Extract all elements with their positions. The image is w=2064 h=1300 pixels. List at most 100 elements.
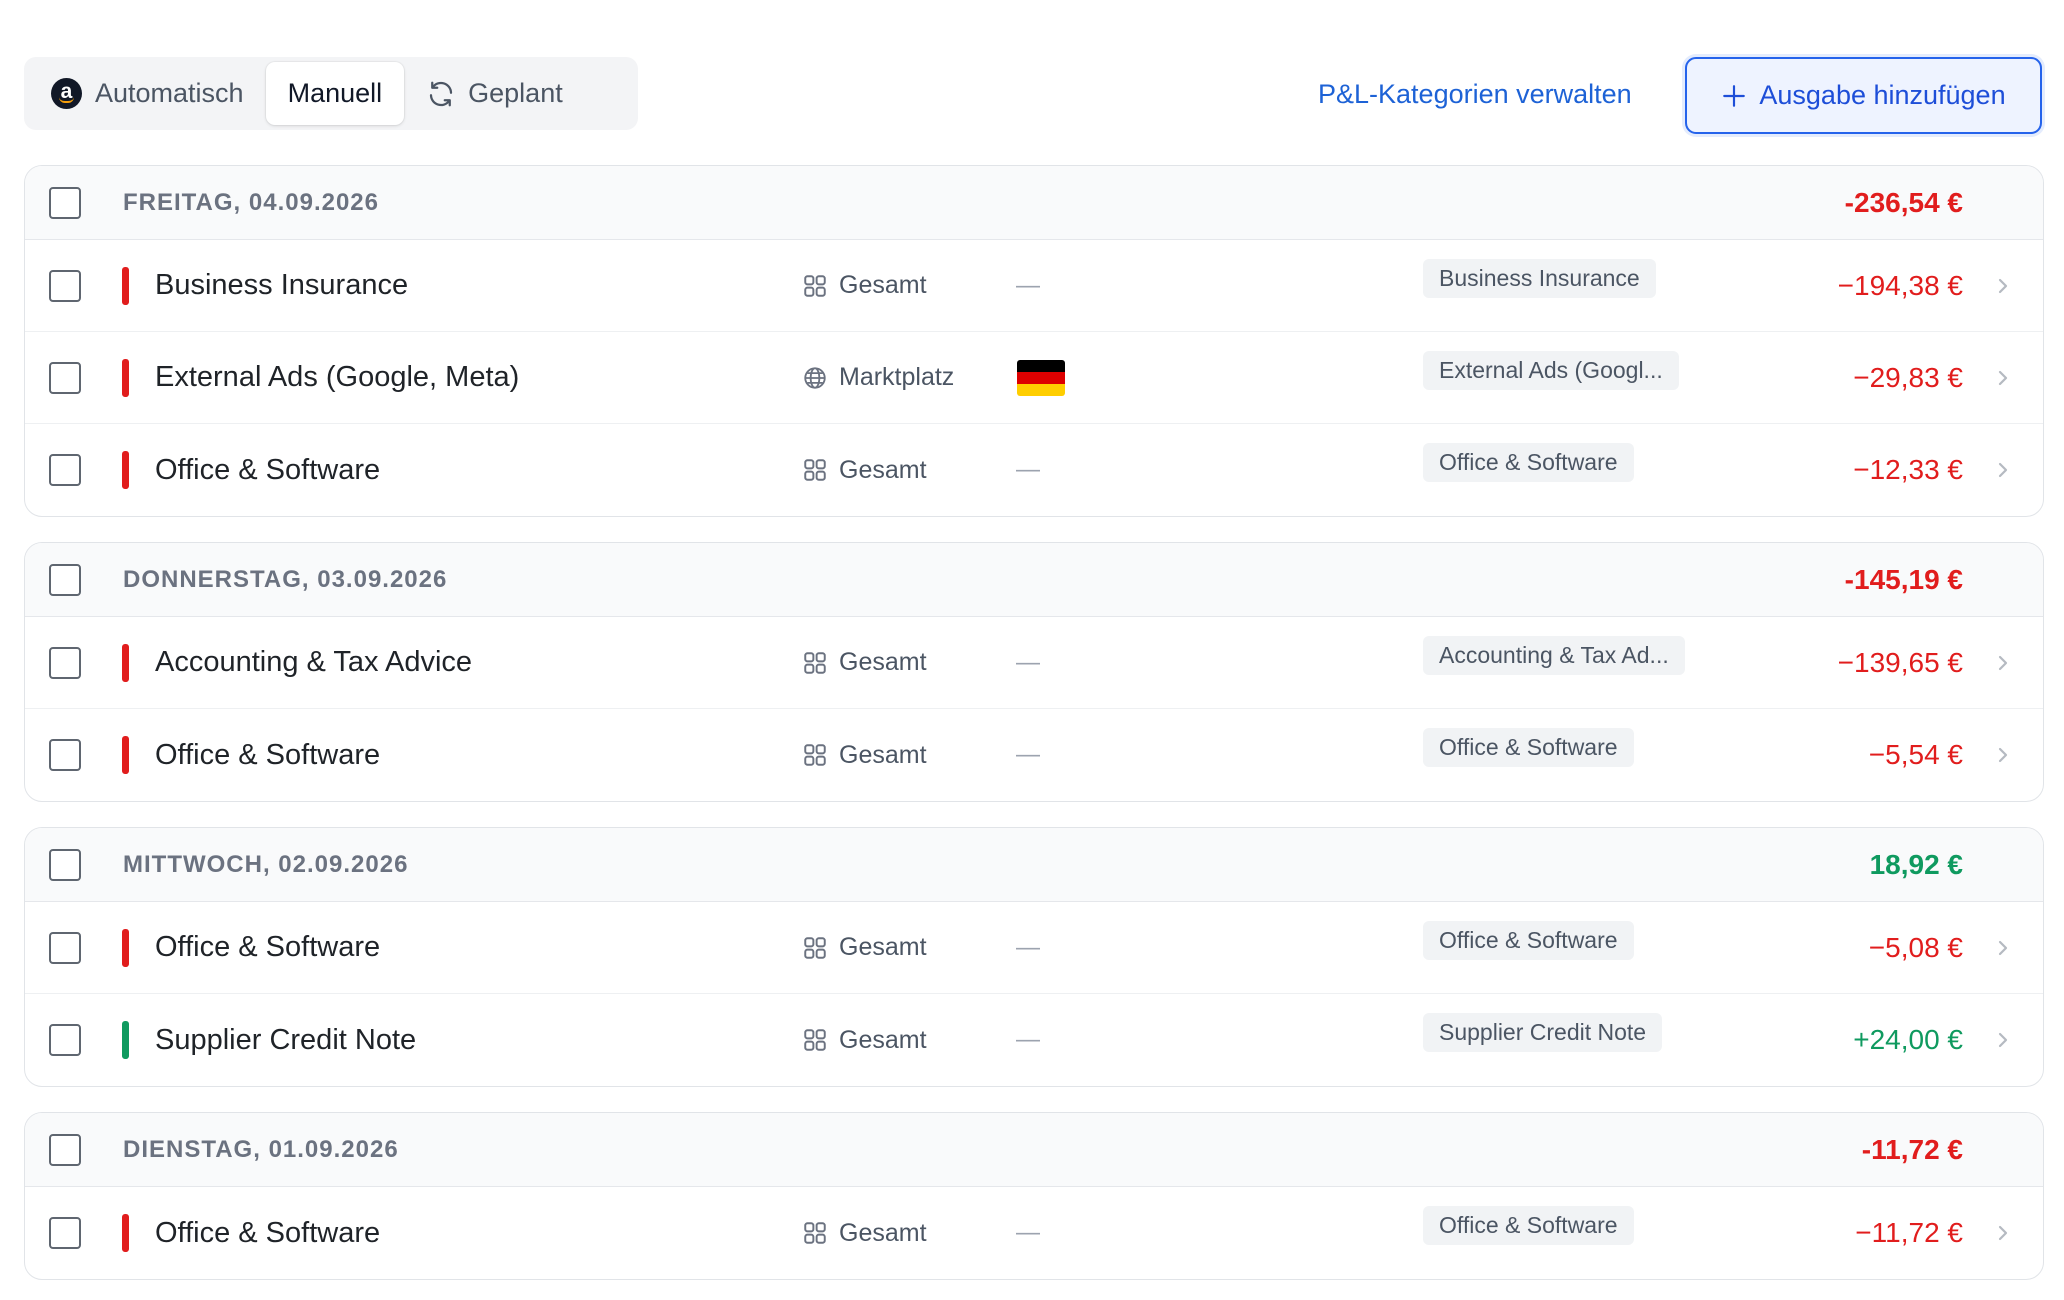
day-group-header: DIENSTAG, 01.09.2026 -11,72 € — [25, 1113, 2043, 1187]
chevron-right-icon[interactable] — [1995, 367, 2011, 389]
expense-scope-label: Gesamt — [839, 455, 927, 484]
globe-icon — [804, 366, 826, 389]
grid-icon — [804, 744, 826, 766]
day-date: DIENSTAG, 01.09.2026 — [123, 1135, 399, 1163]
marketplace-empty: — — [1016, 741, 1040, 768]
refresh-icon — [430, 81, 453, 106]
day-total: -11,72 € — [1861, 1133, 1963, 1165]
chevron-right-icon[interactable] — [1995, 937, 2011, 959]
select-day-checkbox[interactable] — [49, 1133, 81, 1166]
expense-scope: Gesamt — [802, 456, 927, 485]
marketplace-empty: — — [1016, 1219, 1040, 1246]
chevron-right-icon[interactable] — [1995, 459, 2011, 481]
expense-scope-label: Gesamt — [839, 1025, 927, 1054]
tab-geplant[interactable]: Geplant — [404, 62, 585, 125]
expense-scope-label: Gesamt — [839, 648, 927, 676]
expense-row[interactable]: Accounting & Tax Advice Gesamt — Account… — [25, 617, 2043, 709]
select-expense-checkbox[interactable] — [49, 269, 81, 302]
marketplace-empty: — — [1016, 933, 1040, 961]
expense-scope: Gesamt — [802, 271, 927, 300]
chevron-right-icon[interactable] — [1995, 744, 2011, 766]
expense-name: Business Insurance — [155, 269, 409, 301]
expense-sign-indicator — [122, 358, 129, 397]
plus-icon — [1723, 84, 1746, 107]
day-group: FREITAG, 04.09.2026 -236,54 € Business I… — [24, 165, 2044, 517]
expense-row[interactable]: Office & Software Gesamt — Office & Soft… — [25, 709, 2043, 801]
select-expense-checkbox[interactable] — [49, 1024, 81, 1056]
marketplace-empty: — — [1016, 271, 1040, 299]
category-tag: Office & Software — [1423, 921, 1634, 960]
day-date: FREITAG, 04.09.2026 — [123, 188, 379, 216]
category-tag: Office & Software — [1423, 1206, 1634, 1245]
grid-icon — [804, 274, 826, 297]
expense-name: Office & Software — [155, 453, 381, 486]
select-expense-checkbox[interactable] — [49, 361, 81, 394]
category-tag: Business Insurance — [1423, 259, 1656, 298]
tab-label: Manuell — [287, 78, 383, 108]
expense-sign-indicator — [122, 643, 129, 682]
chevron-right-icon[interactable] — [1995, 1222, 2011, 1244]
expense-amount: −11,72 € — [1855, 1217, 1963, 1248]
select-expense-checkbox[interactable] — [49, 454, 81, 486]
toolbar: a Automatisch Manuell Geplant P&L-Katego… — [24, 57, 2044, 134]
grid-icon — [804, 1029, 826, 1051]
expense-name: Accounting & Tax Advice — [155, 646, 473, 678]
manage-pl-categories-link[interactable]: P&L-Kategorien verwalten — [1318, 57, 1632, 131]
expense-amount: +24,00 € — [1853, 1024, 1963, 1055]
expense-row[interactable]: Office & Software Gesamt — Office & Soft… — [25, 902, 2043, 994]
expense-row[interactable]: Supplier Credit Note Gesamt — Supplier C… — [25, 994, 2043, 1086]
category-tag: Accounting & Tax Ad... — [1423, 636, 1685, 675]
category-tag: Supplier Credit Note — [1423, 1013, 1663, 1052]
grid-icon — [804, 651, 826, 674]
add-expense-label: Ausgabe hinzufügen — [1759, 80, 2006, 110]
day-total: -236,54 € — [1844, 186, 1963, 218]
expense-sign-indicator — [122, 928, 129, 967]
category-tag: Office & Software — [1423, 443, 1634, 482]
expense-scope-label: Gesamt — [839, 271, 927, 299]
expense-sign-indicator — [122, 451, 129, 489]
tab-manuell[interactable]: Manuell — [265, 62, 405, 125]
select-expense-checkbox[interactable] — [49, 739, 81, 771]
expense-scope-label: Marktplatz — [839, 363, 955, 391]
expense-row[interactable]: Business Insurance Gesamt — Business Ins… — [25, 240, 2043, 332]
expense-row[interactable]: External Ads (Google, Meta) Marktplatz E… — [25, 332, 2043, 424]
category-tag: External Ads (Googl... — [1423, 351, 1679, 390]
select-day-checkbox[interactable] — [49, 848, 81, 881]
category-tag: Office & Software — [1423, 728, 1634, 767]
tab-automatisch[interactable]: a Automatisch — [29, 62, 266, 125]
day-group-header: DONNERSTAG, 03.09.2026 -145,19 € — [25, 543, 2043, 617]
germany-flag-icon — [1017, 359, 1065, 396]
day-total: 18,92 € — [1869, 848, 1963, 880]
select-day-checkbox[interactable] — [49, 186, 81, 219]
expense-name: Supplier Credit Note — [155, 1023, 417, 1056]
expense-scope: Gesamt — [802, 1219, 927, 1248]
select-day-checkbox[interactable] — [49, 563, 81, 596]
chevron-right-icon[interactable] — [1995, 652, 2011, 674]
expense-amount: −5,54 € — [1868, 739, 1963, 770]
expense-scope: Gesamt — [802, 648, 927, 677]
expense-row[interactable]: Office & Software Gesamt — Office & Soft… — [25, 424, 2043, 516]
expense-day-groups: FREITAG, 04.09.2026 -236,54 € Business I… — [24, 165, 2044, 1280]
grid-icon — [804, 1222, 826, 1244]
expense-name: Office & Software — [155, 738, 381, 771]
day-group: MITTWOCH, 02.09.2026 18,92 € Office & So… — [24, 827, 2044, 1087]
select-expense-checkbox[interactable] — [49, 931, 81, 964]
day-total: -145,19 € — [1844, 563, 1963, 595]
day-group-header: MITTWOCH, 02.09.2026 18,92 € — [25, 828, 2043, 902]
tab-label: Geplant — [468, 78, 563, 108]
grid-icon — [804, 936, 826, 959]
select-expense-checkbox[interactable] — [49, 646, 81, 679]
expense-row[interactable]: Office & Software Gesamt — Office & Soft… — [25, 1187, 2043, 1279]
expense-scope: Gesamt — [802, 1026, 927, 1055]
marketplace-empty: — — [1016, 648, 1040, 676]
chevron-right-icon[interactable] — [1995, 275, 2011, 297]
tab-label: Automatisch — [95, 78, 244, 108]
add-expense-button[interactable]: Ausgabe hinzufügen — [1685, 57, 2042, 134]
expense-amount: −194,38 € — [1837, 269, 1963, 301]
select-expense-checkbox[interactable] — [49, 1217, 81, 1249]
grid-icon — [804, 459, 826, 481]
chevron-right-icon[interactable] — [1995, 1029, 2011, 1051]
expense-sign-indicator — [122, 266, 129, 305]
expense-scope: Marktplatz — [802, 363, 954, 392]
marketplace-empty: — — [1016, 1026, 1040, 1053]
